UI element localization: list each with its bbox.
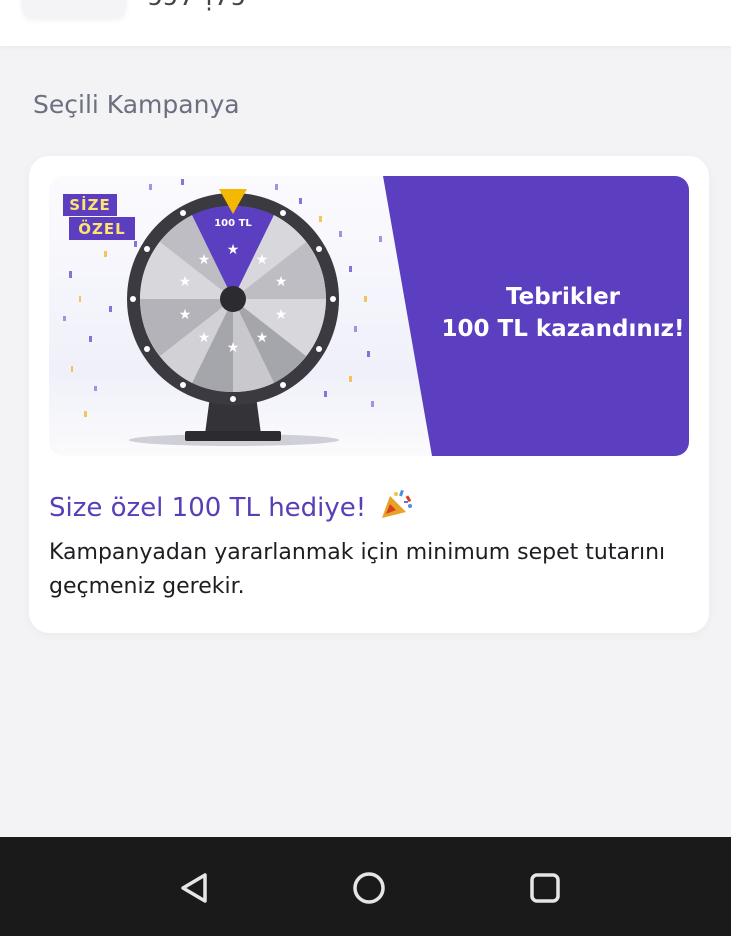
banner-line-1: Tebrikler: [505, 284, 621, 310]
back-button[interactable]: [172, 866, 216, 910]
svg-text:★: ★: [275, 274, 288, 290]
screen: ᴐᴐ7 ᴉ7ᴐ Seçili Kampanya: [0, 0, 731, 936]
banner-text: Tebrikler 100 TL kazandınız!: [437, 281, 689, 345]
badge-text-top: SİZE: [69, 196, 111, 214]
campaign-title: Size özel 100 TL hediye!: [49, 493, 367, 523]
svg-text:★: ★: [179, 307, 192, 323]
back-triangle-icon: [181, 873, 207, 903]
recents-button[interactable]: [523, 866, 567, 910]
svg-text:★: ★: [256, 330, 269, 346]
banner-line-2: 100 TL kazandınız!: [441, 316, 685, 342]
previous-card-partial[interactable]: ᴐᴐ7 ᴉ7ᴐ: [0, 0, 731, 46]
svg-text:★: ★: [227, 340, 240, 356]
svg-text:★: ★: [256, 252, 269, 268]
svg-text:★: ★: [275, 307, 288, 323]
wheel-hub: [220, 286, 246, 312]
previous-card-text: ᴐᴐ7 ᴉ7ᴐ: [148, 0, 246, 12]
badge-text-bottom: ÖZEL: [78, 220, 126, 238]
svg-text:★: ★: [227, 242, 240, 258]
home-button[interactable]: [347, 866, 391, 910]
system-nav-bar: [0, 837, 731, 936]
previous-card-thumbnail: [22, 0, 126, 18]
campaign-title-row: Size özel 100 TL hediye!: [49, 488, 414, 527]
svg-text:★: ★: [179, 274, 192, 290]
recents-square-icon: [530, 873, 560, 903]
wheel-base: [185, 431, 281, 441]
campaign-banner: ★ ★ ★ ★ ★ ★ ★ ★ ★ ★ SİZE ÖZEL 100 TL Teb…: [49, 176, 689, 456]
section-title: Seçili Kampanya: [33, 90, 240, 119]
home-circle-icon: [353, 872, 385, 904]
svg-text:★: ★: [198, 330, 211, 346]
campaign-card[interactable]: ★ ★ ★ ★ ★ ★ ★ ★ ★ ★ SİZE ÖZEL 100 TL Teb…: [29, 156, 709, 633]
svg-text:★: ★: [198, 252, 211, 268]
wheel-prize-label: 100 TL: [214, 218, 252, 229]
campaign-description: Kampanyadan yararlanmak için minimum sep…: [49, 540, 666, 599]
party-popper-icon: [380, 488, 414, 527]
